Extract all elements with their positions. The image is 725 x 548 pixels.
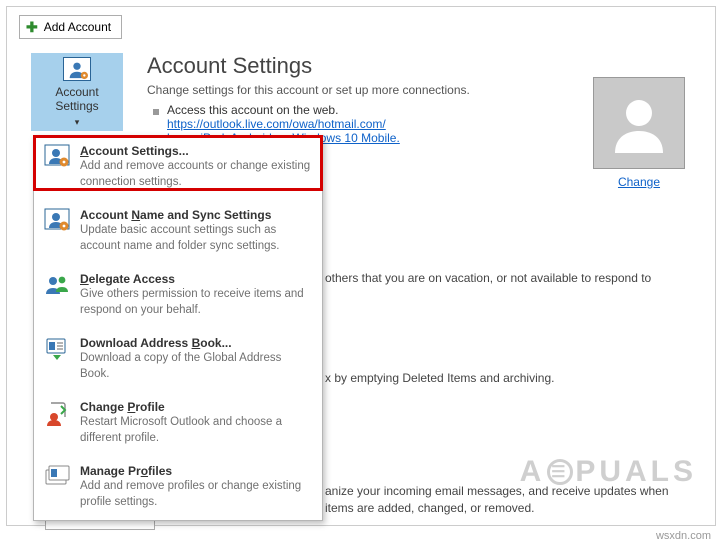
chevron-down-icon: ▾ — [75, 117, 80, 128]
page-title: Account Settings — [147, 53, 695, 79]
account-settings-dropdown: Account Settings... Add and remove accou… — [33, 135, 323, 521]
address-book-icon — [44, 336, 70, 362]
menu-item-title: Account Name and Sync Settings — [80, 208, 312, 222]
menu-item-desc: Download a copy of the Global Address Bo… — [80, 351, 312, 382]
account-settings-ribbon-button[interactable]: Account Settings ▾ — [31, 53, 123, 131]
menu-item-download-address-book[interactable]: Download Address Book... Download a copy… — [34, 328, 322, 392]
account-settings-icon — [44, 144, 70, 170]
menu-item-account-settings[interactable]: Account Settings... Add and remove accou… — [34, 136, 322, 200]
menu-item-desc: Add and remove profiles or change existi… — [80, 479, 312, 510]
credit-text: wsxdn.com — [656, 530, 711, 542]
menu-item-title: Delegate Access — [80, 272, 312, 286]
watermark: A☰PUALS — [520, 455, 697, 489]
menu-item-desc: Give others permission to receive items … — [80, 287, 312, 318]
bullet-icon — [153, 109, 159, 115]
person-icon — [607, 91, 671, 155]
account-settings-ribbon-label: Account Settings — [55, 85, 98, 113]
change-photo-link[interactable]: Change — [618, 175, 660, 189]
account-sync-icon — [44, 208, 70, 234]
window-frame: ✚ Add Account Account Settings ▾ Account… — [6, 6, 716, 526]
menu-item-desc: Restart Microsoft Outlook and choose a d… — [80, 415, 312, 446]
menu-item-title: Account Settings... — [80, 144, 312, 158]
menu-item-change-profile[interactable]: Change Profile Restart Microsoft Outlook… — [34, 392, 322, 456]
plus-icon: ✚ — [26, 20, 38, 34]
change-profile-icon — [44, 400, 70, 426]
avatar-placeholder — [593, 77, 685, 169]
vacation-text-fragment: others that you are on vacation, or not … — [325, 271, 691, 285]
add-account-button[interactable]: ✚ Add Account — [19, 15, 122, 39]
add-account-label: Add Account — [44, 20, 111, 34]
menu-item-manage-profiles[interactable]: Manage Profiles Add and remove profiles … — [34, 456, 322, 520]
menu-item-title: Change Profile — [80, 400, 312, 414]
owa-link[interactable]: https://outlook.live.com/owa/hotmail.com… — [167, 117, 386, 131]
watermark-circle-icon: ☰ — [547, 459, 573, 485]
menu-item-desc: Add and remove accounts or change existi… — [80, 159, 312, 190]
account-settings-icon — [63, 57, 91, 81]
menu-item-name-sync[interactable]: Account Name and Sync Settings Update ba… — [34, 200, 322, 264]
menu-item-desc: Update basic account settings such as ac… — [80, 223, 312, 254]
menu-item-title: Manage Profiles — [80, 464, 312, 478]
mailbox-text-fragment: x by emptying Deleted Items and archivin… — [325, 371, 691, 385]
delegate-icon — [44, 272, 70, 298]
manage-profiles-icon — [44, 464, 70, 490]
menu-item-title: Download Address Book... — [80, 336, 312, 350]
menu-item-delegate-access[interactable]: Delegate Access Give others permission t… — [34, 264, 322, 328]
avatar-block: Change — [593, 77, 685, 189]
access-web-text: Access this account on the web. — [167, 103, 400, 117]
